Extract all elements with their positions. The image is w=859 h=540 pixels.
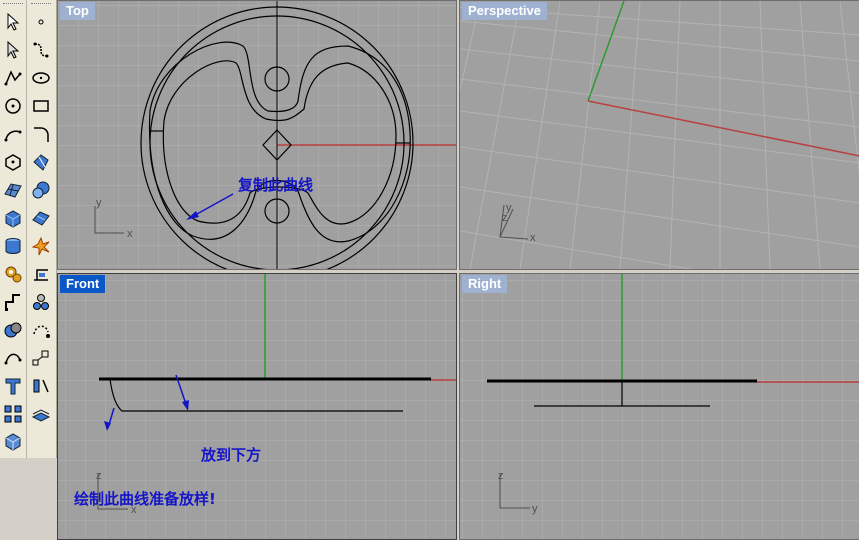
dimension-icon[interactable] [29, 262, 53, 286]
analyze-icon[interactable] [29, 318, 53, 342]
boolean-icon[interactable] [1, 318, 25, 342]
viewport-title[interactable]: Top [60, 2, 95, 20]
rectangle-icon[interactable] [29, 94, 53, 118]
polygon-icon[interactable] [1, 150, 25, 174]
toolbar-grip[interactable] [3, 3, 23, 6]
curve-icon[interactable] [29, 38, 53, 62]
annotation-draw-curve-loft: 绘制此曲线准备放样! [74, 490, 216, 508]
fillet-icon[interactable] [29, 122, 53, 146]
text-icon[interactable] [1, 374, 25, 398]
right-canvas[interactable]: z y [460, 274, 859, 539]
axis-y-label: y [506, 202, 512, 214]
render-icon[interactable] [1, 430, 25, 454]
top-canvas[interactable]: y x [58, 1, 456, 269]
move-icon[interactable] [1, 290, 25, 314]
scale-icon[interactable] [29, 346, 53, 370]
toolbar-separator [26, 0, 27, 458]
revolve-icon[interactable] [29, 150, 53, 174]
viewport-top[interactable]: Top y x 复制此曲线 [57, 0, 457, 270]
annotation-place-below: 放到下方 [201, 446, 262, 464]
viewport-title[interactable]: Perspective [462, 2, 547, 20]
circle-icon[interactable] [1, 94, 25, 118]
toolbar-grip[interactable] [31, 3, 51, 6]
curve-tools-icon[interactable] [1, 346, 25, 370]
sphere-icon[interactable] [29, 178, 53, 202]
viewport-front[interactable]: Front z x 放到下方 绘制此曲线准备放样! [57, 273, 457, 540]
perspective-grid [460, 1, 859, 269]
axis-x-label: x [127, 228, 133, 240]
axis-z-label: z [96, 470, 102, 482]
group-icon[interactable] [29, 290, 53, 314]
perspective-canvas[interactable]: z x y [460, 1, 859, 269]
viewport-title[interactable]: Right [462, 275, 508, 293]
box-icon[interactable] [1, 206, 25, 230]
select-points-icon[interactable] [1, 38, 25, 62]
transform-gear-icon[interactable] [1, 262, 25, 286]
plane-surface-icon[interactable] [29, 206, 53, 230]
axis-z-label: z [498, 470, 504, 482]
polyline-icon[interactable] [1, 66, 25, 90]
explode-icon[interactable] [29, 234, 53, 258]
viewport-title[interactable]: Front [60, 275, 106, 293]
select-arrow-icon[interactable] [1, 10, 25, 34]
axis-x-label: x [530, 232, 536, 244]
viewport-right[interactable]: Right z y [459, 273, 859, 540]
axis-y-label: y [532, 503, 538, 515]
ellipse-icon[interactable] [29, 66, 53, 90]
layer-icon[interactable] [29, 402, 53, 426]
viewport-perspective[interactable]: Perspective z x y [459, 0, 859, 270]
arc-icon[interactable] [1, 122, 25, 146]
surface-icon[interactable] [1, 178, 25, 202]
mirror-icon[interactable] [29, 374, 53, 398]
annotation-copy-curve: 复制此曲线 [238, 176, 314, 194]
point-icon[interactable] [29, 10, 53, 34]
array-icon[interactable] [1, 402, 25, 426]
cylinder-icon[interactable] [1, 234, 25, 258]
axis-y-label: y [96, 197, 102, 209]
left-toolbar [0, 0, 57, 458]
